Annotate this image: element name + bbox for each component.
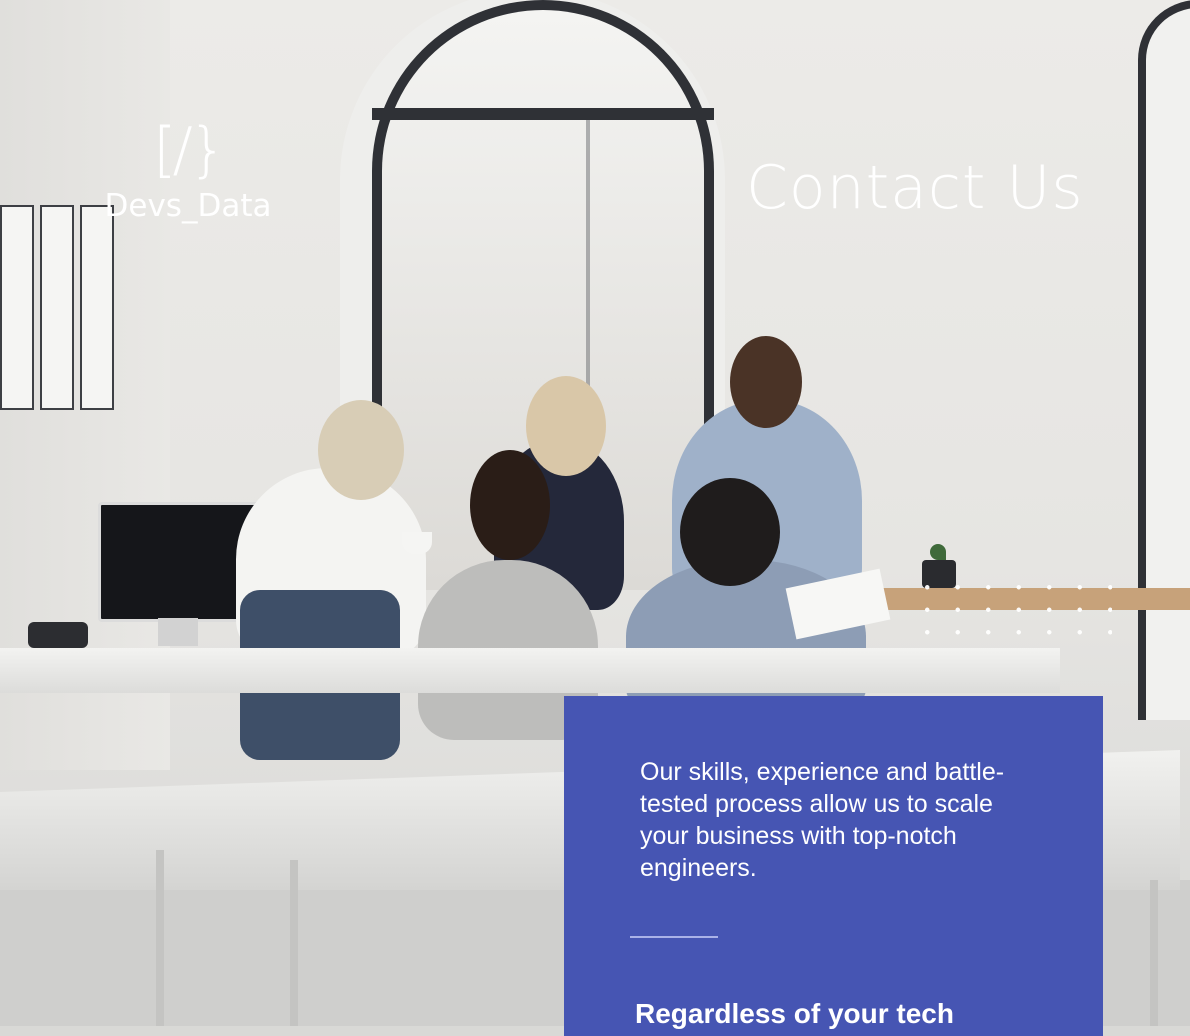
brand-name: Devs_Data [104, 188, 272, 224]
decorative-dot-grid [912, 576, 1112, 636]
plant-leaf [930, 544, 946, 560]
person-blonde-head [318, 400, 404, 500]
person-back-head [680, 478, 780, 586]
window-crossbar [372, 108, 714, 120]
desk-leg [1150, 880, 1158, 1026]
person-bun-head [470, 450, 550, 560]
monitor-stand [158, 618, 198, 646]
info-card-heading: Regardless of your tech [635, 998, 954, 1029]
card-divider [630, 936, 718, 938]
picture-frame [0, 205, 34, 410]
desk-back [0, 648, 1060, 693]
picture-frame [80, 205, 114, 410]
info-card-text: Our skills, experience and battle-tested… [640, 758, 1005, 882]
page-title: Contact Us [746, 153, 1084, 223]
logo-mark-icon: [/} [153, 115, 227, 185]
desk-leg [156, 850, 164, 1026]
person-checked-head [730, 336, 802, 428]
coffee-cup [402, 532, 432, 554]
wall-frames [0, 205, 118, 410]
brand-logo[interactable]: [/} Devs_Data [88, 110, 288, 224]
info-card: Our skills, experience and battle-tested… [564, 696, 1103, 1036]
desk-leg [290, 860, 298, 1026]
right-window [1138, 0, 1190, 720]
picture-frame [40, 205, 74, 410]
speaker [28, 622, 88, 648]
person-glasses-head [526, 376, 606, 476]
